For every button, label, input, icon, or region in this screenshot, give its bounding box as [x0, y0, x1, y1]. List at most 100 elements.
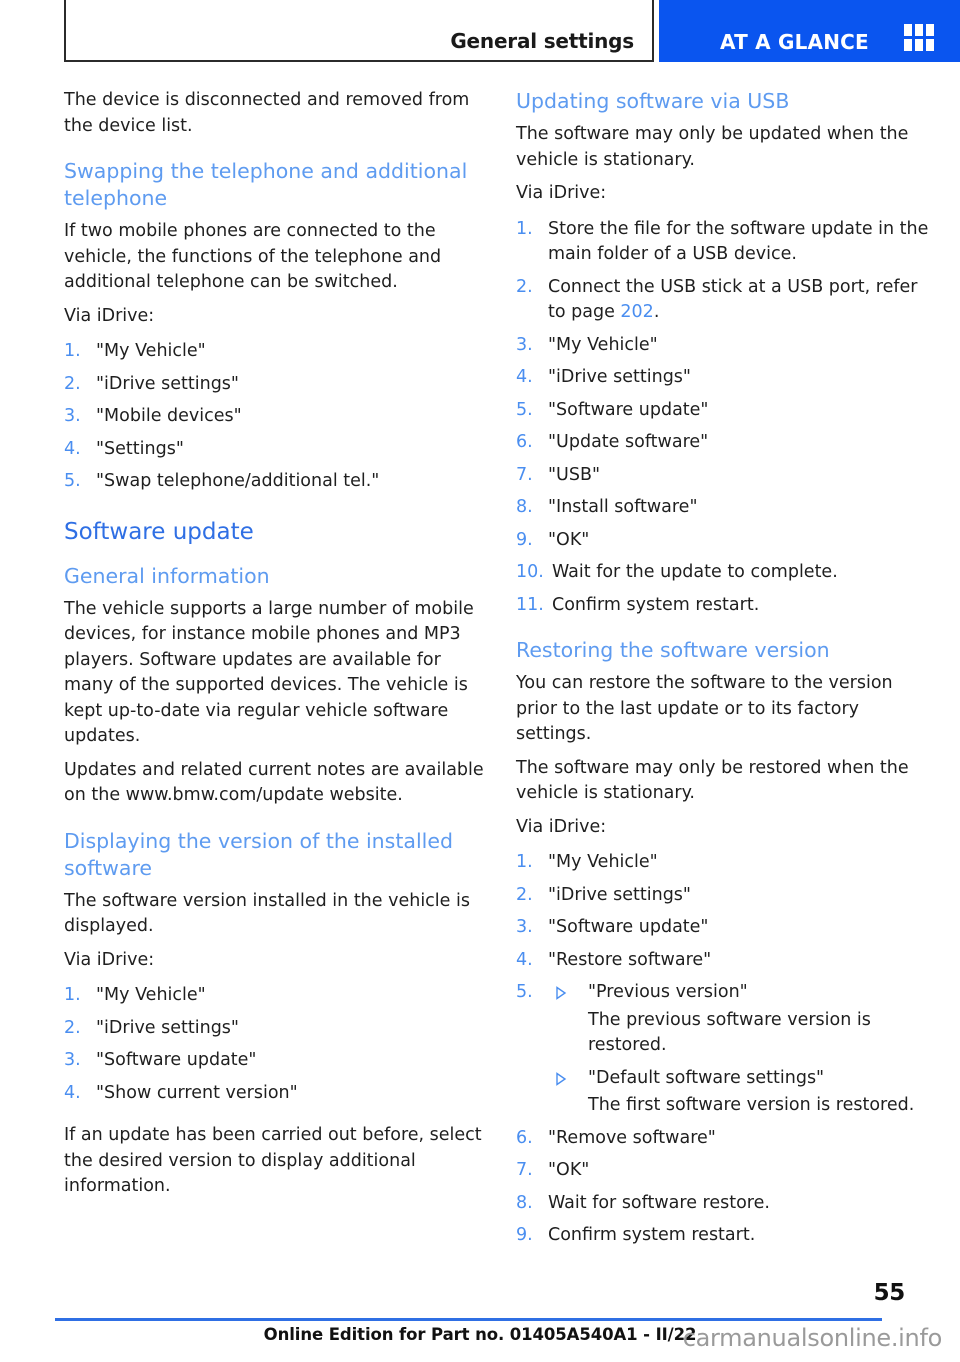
list-text: "iDrive settings": [548, 367, 691, 387]
page-content: The device is disconnected and removed f…: [0, 88, 960, 1268]
restoring-paragraph-1: You can restore the software to the vers…: [516, 673, 893, 744]
list-number: 2.: [516, 276, 533, 297]
list-text: "iDrive settings": [96, 1017, 239, 1038]
list-text: "Restore software": [548, 949, 712, 970]
list-number: 5.: [64, 471, 81, 491]
list-number: 11.: [516, 594, 544, 615]
heading-displaying-version: Displaying the version of the installed …: [64, 828, 453, 880]
list-text: Wait for the update to complete.: [552, 562, 838, 582]
usb-paragraph: The software may only be updated when th…: [516, 124, 909, 170]
heading-general-information: General information: [64, 563, 270, 588]
heading-restoring-software-version: Restoring the software version: [516, 638, 830, 662]
list-number: 3.: [516, 334, 533, 355]
list-text: Confirm system restart.: [552, 594, 760, 615]
list-number: 9.: [516, 529, 533, 550]
list-item: 10. Wait for the update to complete.: [516, 560, 936, 586]
list-text: "Install software": [548, 497, 698, 517]
list-text: Store the file for the software update i…: [548, 218, 929, 265]
list-number: 5.: [516, 982, 533, 1002]
list-number: 7.: [516, 1160, 533, 1180]
list-item: 2. "iDrive settings": [64, 1016, 484, 1042]
list-number: 10.: [516, 562, 544, 582]
list-item: 7. "USB": [516, 463, 936, 489]
list-number: 5.: [516, 399, 533, 420]
chapter-tab-at-a-glance[interactable]: AT A GLANCE: [659, 0, 960, 62]
list-item: 7. "OK": [516, 1158, 936, 1184]
list-number: 9.: [516, 1225, 533, 1245]
option-list: "Previous version" The previous software…: [548, 980, 936, 1119]
list-text: "OK": [548, 1160, 590, 1180]
general-information-paragraph-1: The vehicle supports a large number of m…: [64, 598, 474, 747]
grid-icon: [904, 24, 936, 52]
list-number: 4.: [516, 949, 533, 970]
list-number: 1.: [516, 852, 533, 872]
list-text: "OK": [548, 529, 590, 550]
restoring-steps-list: 1. "My Vehicle" 2. "iDrive settings" 3. …: [516, 850, 936, 1249]
list-item: 4. "Settings": [64, 437, 484, 463]
list-number: 3.: [64, 406, 81, 426]
watermark-text: carmanualsonline.info: [682, 1324, 943, 1352]
list-item: 1. "My Vehicle": [64, 983, 484, 1009]
list-number: 3.: [516, 917, 533, 937]
list-text: "iDrive settings": [96, 373, 239, 394]
list-text: "Software update": [548, 917, 709, 937]
list-number: 8.: [516, 497, 533, 517]
list-text: "My Vehicle": [96, 985, 206, 1005]
list-number: 4.: [64, 1082, 81, 1103]
list-text: "My Vehicle": [548, 852, 658, 872]
list-text: "iDrive settings": [548, 884, 691, 905]
list-item: 3. "Mobile devices": [64, 404, 484, 430]
page-number: 55: [873, 1280, 906, 1306]
option-row: "Previous version": [548, 980, 936, 1006]
list-text-before: Connect the USB stick at a USB port, ref…: [548, 276, 918, 323]
displaying-version-via-label: Via iDrive:: [64, 949, 155, 970]
list-number: 6.: [516, 432, 533, 452]
option-label: "Previous version": [588, 982, 748, 1002]
heading-software-update: Software update: [64, 518, 254, 545]
swapping-paragraph: If two mobile phones are connected to th…: [64, 221, 442, 292]
list-number: 7.: [516, 464, 533, 485]
list-text: "Update software": [548, 432, 709, 452]
breadcrumb-box: General settings: [64, 0, 654, 62]
list-item: 3. "My Vehicle": [516, 333, 936, 359]
list-item: 5. "Swap telephone/additional tel.": [64, 469, 484, 495]
list-item: 4. "Restore software": [516, 948, 936, 974]
list-text: "Settings": [96, 438, 184, 459]
displaying-version-steps-list: 1. "My Vehicle" 2. "iDrive settings" 3. …: [64, 983, 484, 1106]
list-text: "Mobile devices": [96, 406, 242, 426]
list-item: 8. "Install software": [516, 495, 936, 521]
list-number: 2.: [64, 373, 81, 394]
triangle-right-icon: [554, 1067, 568, 1091]
swapping-via-label: Via iDrive:: [64, 305, 155, 326]
restoring-paragraph-2: The software may only be restored when t…: [516, 757, 909, 804]
list-text: "Show current version": [96, 1082, 298, 1103]
list-text: "Software update": [96, 1050, 257, 1070]
list-text: Wait for software restore.: [548, 1192, 770, 1213]
list-number: 2.: [64, 1017, 81, 1038]
option-label: "Default software settings": [588, 1067, 825, 1088]
list-item: 1. "My Vehicle": [516, 850, 936, 876]
intro-paragraph: The device is disconnected and removed f…: [64, 90, 470, 136]
list-item: 9. "OK": [516, 528, 936, 554]
list-text: "My Vehicle": [548, 334, 658, 355]
triangle-right-icon: [554, 981, 568, 1005]
list-text: "Remove software": [548, 1127, 716, 1148]
page-reference-link[interactable]: 202: [620, 302, 653, 322]
usb-via-label: Via iDrive:: [516, 183, 607, 203]
list-number: 1.: [64, 985, 81, 1005]
list-item: 3. "Software update": [516, 915, 936, 941]
list-item: 3. "Software update": [64, 1048, 484, 1074]
chapter-tab-label: AT A GLANCE: [720, 30, 869, 54]
swapping-steps-list: 1. "My Vehicle" 2. "iDrive settings" 3. …: [64, 339, 484, 495]
list-text: Confirm system restart.: [548, 1225, 756, 1245]
list-number: 3.: [64, 1050, 81, 1070]
list-item: 6. "Remove software": [516, 1126, 936, 1152]
option-note: The previous software version is restore…: [588, 1009, 871, 1056]
list-number: 1.: [64, 341, 81, 361]
list-item: 8. Wait for software restore.: [516, 1191, 936, 1217]
option-row: "Default software settings": [548, 1066, 936, 1092]
list-number: 2.: [516, 884, 533, 905]
list-item: 5. "Software update": [516, 398, 936, 424]
list-item: 11. Confirm system restart.: [516, 593, 936, 619]
